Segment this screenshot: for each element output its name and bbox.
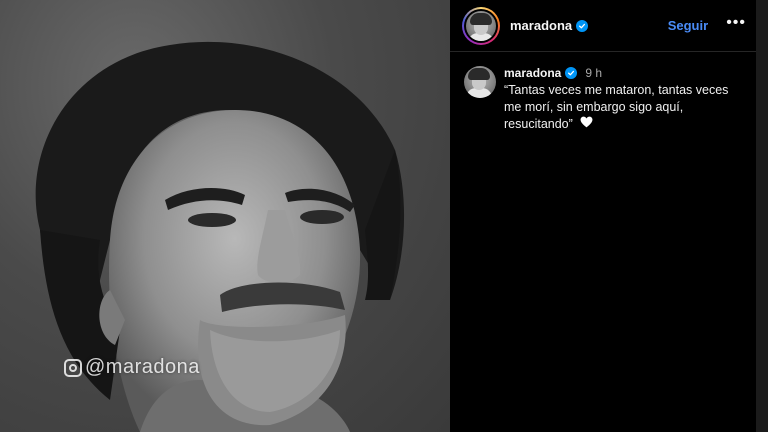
post-photo: @maradona [0, 0, 450, 432]
profile-avatar-story-ring[interactable] [462, 6, 500, 45]
more-options-icon[interactable]: ••• [726, 14, 746, 37]
caption-text-wrap: “Tantas veces me mataron, tantas veces m… [504, 82, 744, 133]
comment-time: 9 h [585, 66, 603, 80]
post-header: maradona Seguir ••• [450, 0, 756, 52]
instagram-logo-icon [64, 358, 82, 377]
caption-text: “Tantas veces me mataron, tantas veces m… [504, 83, 729, 131]
scrollbar-track [756, 0, 768, 432]
follow-button[interactable]: Seguir [668, 18, 708, 33]
watermark: @maradona [64, 356, 200, 379]
comment-avatar[interactable] [464, 66, 496, 98]
header-username[interactable]: maradona [510, 18, 572, 33]
avatar [466, 10, 496, 41]
white-heart-icon [580, 116, 593, 133]
post-side-panel: maradona Seguir ••• maradona 9 h “Tantas… [450, 0, 756, 432]
verified-badge-icon [576, 19, 589, 32]
watermark-text: @maradona [85, 356, 200, 378]
comment-username[interactable]: maradona [504, 66, 561, 80]
verified-badge-icon [565, 67, 578, 79]
caption-comment: maradona 9 h “Tantas veces me mataron, t… [450, 52, 756, 133]
